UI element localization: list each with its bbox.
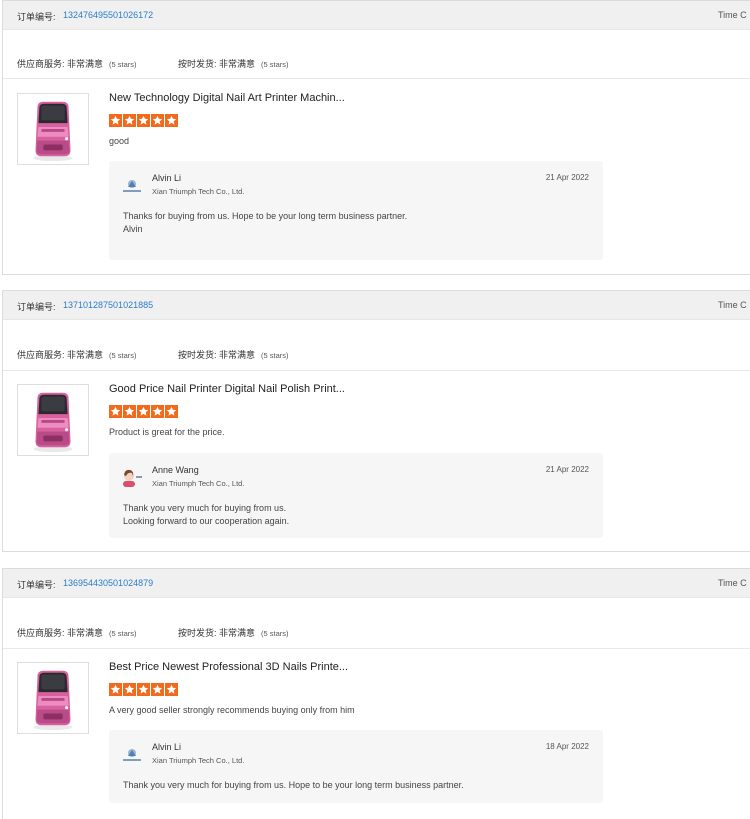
supplier-service-rating: 供应商服务: 非常满意 (5 stars) [17, 59, 137, 69]
product-star-rating [109, 114, 178, 127]
star-icon [151, 405, 164, 418]
buyer-comment: Product is great for the price. [109, 427, 225, 437]
seller-company: Xian Triumph Tech Co., Ltd. [152, 187, 245, 196]
reply-message-line: Thanks for buying from us. Hope to be yo… [123, 211, 408, 221]
star-icon [137, 114, 150, 127]
seller-avatar-icon [121, 467, 143, 489]
buyer-comment: good [109, 136, 130, 146]
order-card: 订单编号: 137101287501021885 Time C 供应商服务: 非… [2, 290, 750, 552]
order-header: 订单编号: 137101287501021885 Time C [3, 291, 750, 320]
star-icon [165, 114, 178, 127]
store-ratings: 供应商服务: 非常满意 (5 stars) 按时发货: 非常满意 (5 stars) [17, 626, 289, 639]
reply-message-line: Thank you very much for buying from us. … [123, 780, 464, 790]
star-icon [123, 683, 136, 696]
product-thumbnail[interactable] [17, 384, 89, 456]
reply-message-line: Thank you very much for buying from us. [123, 503, 287, 513]
seller-reply: Alvin Li Xian Triumph Tech Co., Ltd. 18 … [109, 730, 603, 803]
star-icon [137, 405, 150, 418]
order-number-label: 订单编号: [17, 580, 56, 590]
divider [3, 78, 750, 79]
reply-date: 21 Apr 2022 [545, 173, 589, 182]
star-icon [165, 405, 178, 418]
seller-name: Alvin Li [152, 173, 182, 183]
product-title-link[interactable]: Good Price Nail Printer Digital Nail Pol… [109, 383, 345, 395]
reply-message-line: Looking forward to our cooperation again… [123, 516, 290, 526]
product-thumbnail[interactable] [17, 93, 89, 165]
order-number-link[interactable]: 136954430501024879 [63, 578, 153, 588]
product-thumbnail[interactable] [17, 662, 89, 734]
seller-reply: Alvin Li Xian Triumph Tech Co., Ltd. 21 … [109, 161, 603, 260]
time-column-header: Time C [718, 300, 747, 310]
seller-logo-icon [121, 175, 143, 197]
reply-date: 21 Apr 2022 [545, 465, 589, 474]
star-icon [165, 683, 178, 696]
product-star-rating [109, 405, 178, 418]
seller-name: Alvin Li [152, 742, 182, 752]
divider [3, 648, 750, 649]
reply-message-line: Alvin [123, 224, 143, 234]
star-icon [109, 405, 122, 418]
order-card: 订单编号: 136954430501024879 Time C 供应商服务: 非… [2, 568, 750, 819]
time-column-header: Time C [718, 10, 747, 20]
store-ratings: 供应商服务: 非常满意 (5 stars) 按时发货: 非常满意 (5 stars) [17, 348, 289, 361]
order-card: 订单编号: 132476495501026172 Time C 供应商服务: 非… [2, 0, 750, 275]
product-title-link[interactable]: New Technology Digital Nail Art Printer … [109, 92, 345, 104]
star-icon [109, 114, 122, 127]
buyer-comment: A very good seller strongly recommends b… [109, 705, 355, 715]
order-number-link[interactable]: 137101287501021885 [63, 300, 153, 310]
star-icon [123, 114, 136, 127]
reply-date: 18 Apr 2022 [545, 742, 589, 751]
product-title-link[interactable]: Best Price Newest Professional 3D Nails … [109, 661, 348, 673]
star-icon [123, 405, 136, 418]
order-number-label: 订单编号: [17, 12, 56, 22]
store-ratings: 供应商服务: 非常满意 (5 stars) 按时发货: 非常满意 (5 stars) [17, 57, 289, 70]
ontime-shipping-rating: 按时发货: 非常满意 (5 stars) [178, 59, 289, 69]
seller-company: Xian Triumph Tech Co., Ltd. [152, 479, 245, 488]
supplier-service-rating: 供应商服务: 非常满意 (5 stars) [17, 628, 137, 638]
seller-reply: Anne Wang Xian Triumph Tech Co., Ltd. 21… [109, 453, 603, 538]
star-icon [137, 683, 150, 696]
ontime-shipping-rating: 按时发货: 非常满意 (5 stars) [178, 350, 289, 360]
star-icon [109, 683, 122, 696]
order-number-label: 订单编号: [17, 302, 56, 312]
divider [3, 370, 750, 371]
star-icon [151, 683, 164, 696]
product-star-rating [109, 683, 178, 696]
star-icon [151, 114, 164, 127]
time-column-header: Time C [718, 578, 747, 588]
seller-company: Xian Triumph Tech Co., Ltd. [152, 756, 245, 765]
ontime-shipping-rating: 按时发货: 非常满意 (5 stars) [178, 628, 289, 638]
seller-name: Anne Wang [152, 465, 199, 475]
seller-logo-icon [121, 744, 143, 766]
supplier-service-rating: 供应商服务: 非常满意 (5 stars) [17, 350, 137, 360]
order-header: 订单编号: 136954430501024879 Time C [3, 569, 750, 598]
order-number-link[interactable]: 132476495501026172 [63, 10, 153, 20]
order-header: 订单编号: 132476495501026172 Time C [3, 1, 750, 30]
